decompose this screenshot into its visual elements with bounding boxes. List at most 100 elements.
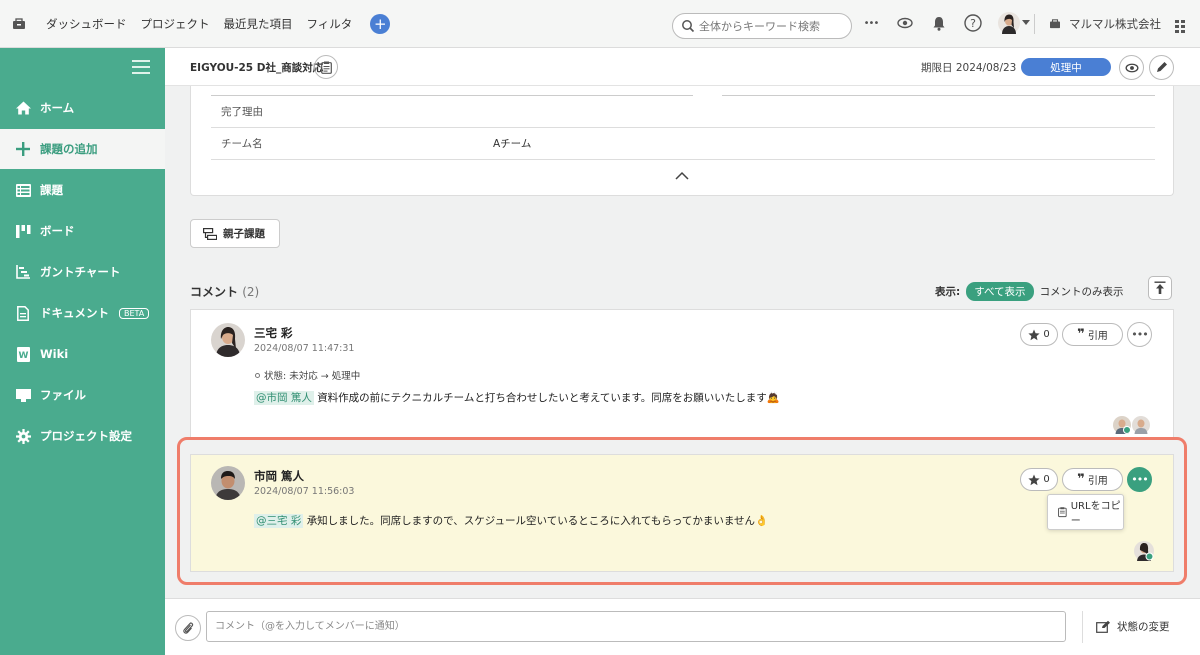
project-home-icon[interactable] xyxy=(12,17,36,30)
chevron-down-icon xyxy=(1022,20,1030,25)
sidebar-item-add-issue[interactable]: 課題の追加 xyxy=(0,129,165,169)
divider xyxy=(1082,611,1083,643)
status-change-log: 状態: 未対応 → 処理中 xyxy=(255,368,360,382)
sidebar-item-document[interactable]: ドキュメント BETA xyxy=(0,293,165,333)
nav-filter[interactable]: フィルタ xyxy=(307,16,353,32)
sidebar-item-issues[interactable]: 課題 xyxy=(0,170,165,210)
watch-eye-icon[interactable] xyxy=(894,12,916,34)
document-icon xyxy=(14,305,32,321)
list-icon xyxy=(14,183,32,197)
star-button[interactable]: 0 xyxy=(1020,323,1058,346)
parent-child-issue-button[interactable]: 親子課題 xyxy=(190,219,280,248)
issue-header: EIGYOU-25 D社_商談対応 期限日 2024/08/23 処理中 xyxy=(165,48,1200,86)
comments-count: (2) xyxy=(242,285,260,299)
search-placeholder: 全体からキーワード検索 xyxy=(699,20,820,33)
sidebar-item-home[interactable]: ホーム xyxy=(0,88,165,128)
comment-item: 三宅 彩 2024/08/07 11:47:31 状態: 未対応 → 処理中 @… xyxy=(190,309,1174,440)
company-icon xyxy=(1050,19,1060,29)
detail-row-completion-reason: 完了理由 xyxy=(211,96,1155,128)
comment-actions: 0 ❞ 引用 ••• xyxy=(1020,322,1152,347)
edit-button[interactable] xyxy=(1149,55,1174,80)
clipboard-copy-icon[interactable] xyxy=(314,55,338,79)
comment-author[interactable]: 三宅 彩 xyxy=(254,325,293,341)
search-box[interactable]: 全体からキーワード検索 xyxy=(672,13,852,39)
top-nav: ダッシュボード プロジェクト 最近見た項目 フィルタ + xyxy=(46,13,391,34)
quote-icon: ❞ xyxy=(1077,327,1085,342)
detail-label: 完了理由 xyxy=(221,106,263,118)
svg-text:?: ? xyxy=(970,17,976,30)
sidebar-item-wiki[interactable]: W Wiki xyxy=(0,334,165,374)
watch-button[interactable] xyxy=(1119,55,1144,80)
bell-icon[interactable] xyxy=(928,12,950,34)
sidebar-item-label: ガントチャート xyxy=(40,265,121,279)
nav-recent[interactable]: 最近見た項目 xyxy=(224,16,293,32)
quote-button[interactable]: ❞ 引用 xyxy=(1062,323,1123,346)
menu-collapse-icon[interactable] xyxy=(132,60,150,74)
quote-label: 引用 xyxy=(1087,331,1108,342)
divider xyxy=(1034,14,1035,34)
display-label: 表示: xyxy=(935,286,961,298)
change-status-button[interactable]: 状態の変更 xyxy=(1096,619,1170,634)
detail-label: チーム名 xyxy=(221,138,263,150)
avatar xyxy=(211,323,245,357)
sidebar: ホーム 課題の追加 課題 ボード ガントチャート ドキュメント BETA W W… xyxy=(0,48,165,655)
sidebar-item-project-settings[interactable]: プロジェクト設定 xyxy=(0,416,165,456)
board-icon xyxy=(14,224,32,238)
gear-icon xyxy=(14,428,32,444)
sidebar-item-files[interactable]: ファイル xyxy=(0,375,165,415)
nav-projects[interactable]: プロジェクト xyxy=(141,16,210,32)
comments-only-toggle[interactable]: コメントのみ表示 xyxy=(1040,284,1124,299)
nav-dashboard[interactable]: ダッシュボード xyxy=(46,16,127,32)
svg-text:W: W xyxy=(18,351,28,361)
star-icon xyxy=(1028,329,1040,340)
comment-text: 資料作成の前にテクニカルチームと打ち合わせしたいと考えています。同席をお願いいた… xyxy=(317,392,767,404)
avatar xyxy=(1113,416,1131,434)
beta-badge: BETA xyxy=(119,307,150,319)
add-plus-icon[interactable]: + xyxy=(370,13,391,34)
show-all-toggle[interactable]: すべて表示 xyxy=(966,282,1034,301)
chevron-up-icon[interactable] xyxy=(675,170,689,183)
comment-menu-button[interactable]: ••• xyxy=(1127,322,1152,347)
attach-button[interactable] xyxy=(175,615,201,641)
top-bar: ダッシュボード プロジェクト 最近見た項目 フィルタ + 全体からキーワード検索… xyxy=(0,0,1200,48)
scroll-top-button[interactable] xyxy=(1148,276,1172,300)
comments-title: コメント xyxy=(190,285,239,299)
company-name: マルマル株式会社 xyxy=(1069,17,1161,31)
issue-details-card: 完了理由 チーム名 Aチーム xyxy=(190,86,1174,196)
sidebar-item-label: 課題の追加 xyxy=(40,142,98,156)
comments-heading: コメント (2) xyxy=(190,283,259,300)
app-grid-icon[interactable] xyxy=(1175,20,1185,33)
edit-status-icon xyxy=(1096,620,1110,633)
upload-arrow-icon xyxy=(1154,281,1166,294)
paperclip-icon xyxy=(183,622,194,634)
change-status-label: 状態の変更 xyxy=(1117,621,1170,633)
status-badge: 処理中 xyxy=(1021,58,1111,76)
sidebar-item-label: 課題 xyxy=(40,183,63,197)
highlight-frame xyxy=(177,437,1187,585)
issue-key-title: EIGYOU-25 D社_商談対応 xyxy=(190,62,324,74)
eye-icon xyxy=(1125,63,1138,72)
user-avatar[interactable] xyxy=(996,12,1032,34)
hierarchy-icon xyxy=(203,227,217,240)
comment-input[interactable] xyxy=(206,611,1066,642)
home-icon xyxy=(14,101,32,115)
comment-date[interactable]: 2024/08/07 11:47:31 xyxy=(254,343,354,354)
sidebar-item-board[interactable]: ボード xyxy=(0,211,165,251)
avatar xyxy=(1132,416,1150,434)
bullet-icon xyxy=(255,372,260,378)
wiki-icon: W xyxy=(14,346,32,362)
sidebar-item-label: Wiki xyxy=(40,347,69,361)
due-date: 期限日 2024/08/23 xyxy=(921,62,1017,74)
comment-compose-bar: 状態の変更 xyxy=(165,598,1200,655)
sidebar-item-label: ドキュメント xyxy=(40,306,109,320)
company-switcher[interactable]: マルマル株式会社 xyxy=(1034,14,1161,34)
sidebar-item-gantt[interactable]: ガントチャート xyxy=(0,252,165,292)
search-icon xyxy=(682,20,695,33)
mention-link[interactable]: @市岡 篤人 xyxy=(254,391,314,405)
comment-body: @市岡 篤人 資料作成の前にテクニカルチームと打ち合わせしたいと考えています。同… xyxy=(254,390,780,405)
sidebar-item-label: ボード xyxy=(40,224,75,238)
more-icon[interactable]: ••• xyxy=(860,12,882,34)
detail-value: Aチーム xyxy=(493,138,532,150)
help-icon[interactable]: ? xyxy=(962,12,984,34)
pencil-icon xyxy=(1157,62,1167,72)
